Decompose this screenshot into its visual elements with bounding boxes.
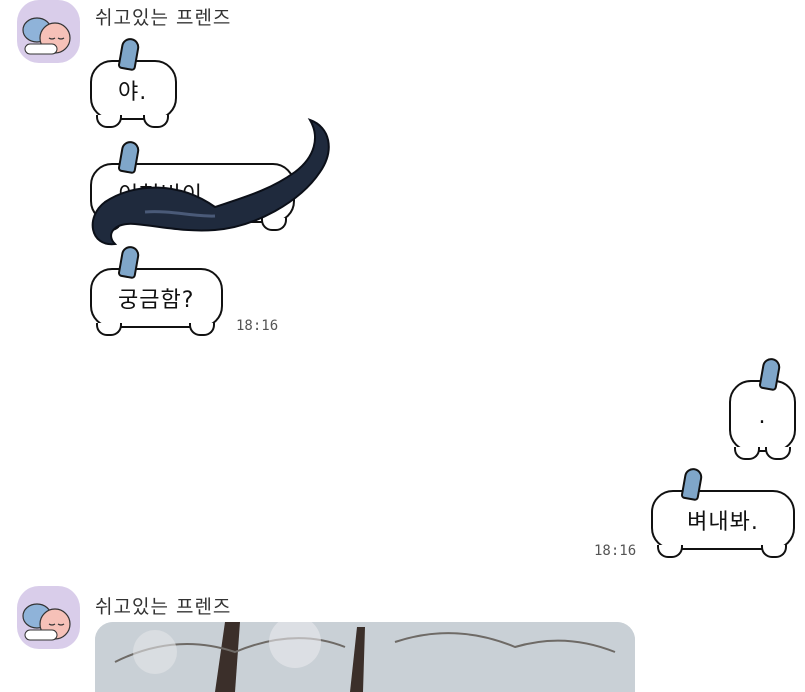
bubble-stem <box>117 36 141 72</box>
message-text: . <box>758 403 767 429</box>
message-text: 궁금함? <box>118 288 195 313</box>
bubble-foot <box>96 323 122 336</box>
sender-avatar[interactable] <box>17 586 80 649</box>
bubble-foot <box>657 545 683 558</box>
bubble-foot <box>734 447 760 460</box>
message-bubble[interactable]: 야. <box>90 36 177 128</box>
bubble-stem <box>680 466 704 502</box>
sleeping-friends-icon <box>22 603 71 641</box>
tree-photo-icon <box>95 622 635 692</box>
bubble-foot <box>761 545 787 558</box>
message-bubble[interactable]: . <box>729 356 796 460</box>
sender-avatar[interactable] <box>17 0 80 63</box>
message-text: 야. <box>118 80 148 105</box>
sleeping-friends-icon <box>22 17 71 55</box>
sender-name: 쉬고있는 프렌즈 <box>95 596 232 618</box>
bubble-foot <box>189 323 215 336</box>
message-text: 벼내봐. <box>687 510 759 535</box>
message-time: 18:16 <box>236 318 279 334</box>
mustache-sticker <box>91 118 330 246</box>
message-time: 18:16 <box>594 543 637 559</box>
sender-name: 쉬고있는 프렌즈 <box>95 7 232 29</box>
message-bubble[interactable]: 궁금함? <box>90 244 223 336</box>
bubble-foot <box>765 447 791 460</box>
photo-message[interactable] <box>95 622 635 692</box>
bubble-stem <box>758 356 782 392</box>
message-bubble[interactable]: 벼내봐. <box>651 466 795 558</box>
